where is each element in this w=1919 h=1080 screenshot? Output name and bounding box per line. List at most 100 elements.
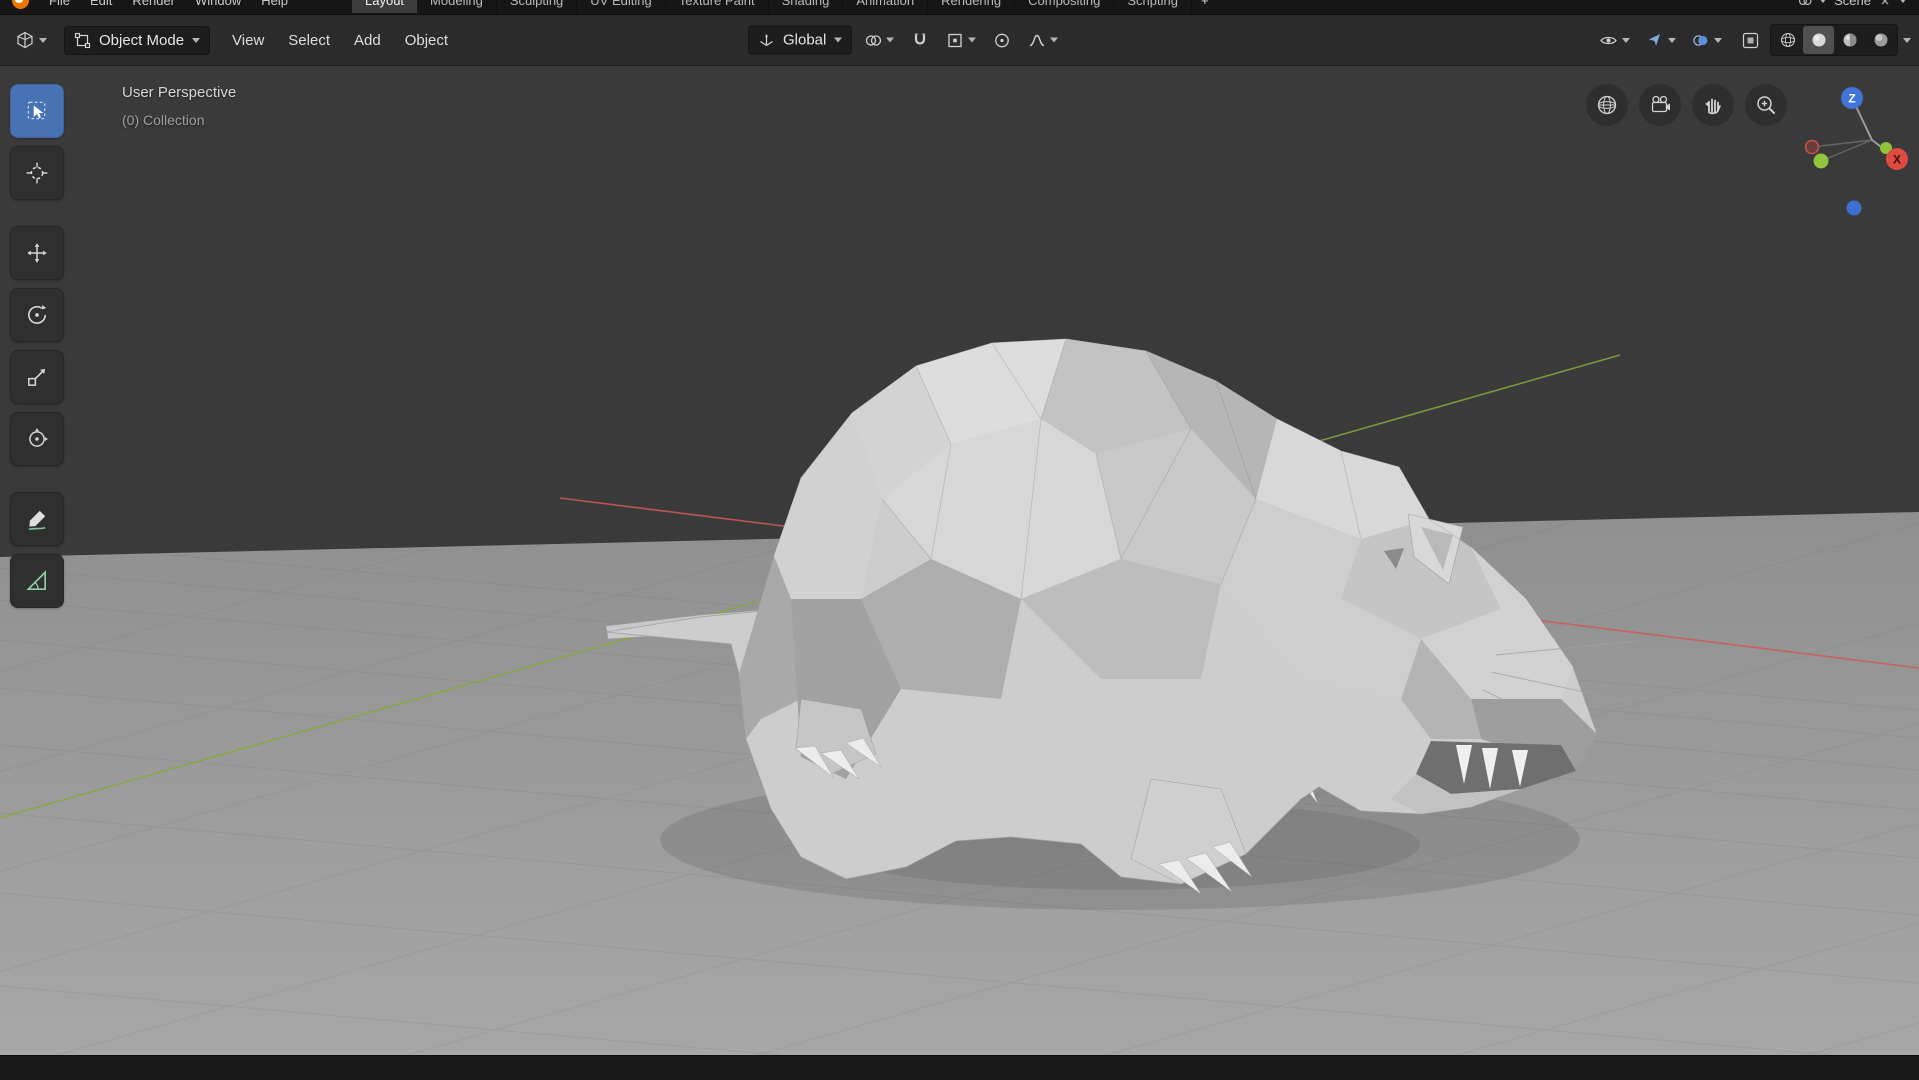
workspace-tabs: Layout Modeling Sculpting UV Editing Tex…: [352, 0, 1218, 13]
tool-move[interactable]: [10, 226, 64, 280]
menu-edit[interactable]: Edit: [80, 0, 122, 12]
xray-toggle[interactable]: [1736, 27, 1765, 54]
tab-animation[interactable]: Animation: [843, 0, 929, 13]
menu-file[interactable]: File: [39, 0, 80, 12]
snap-toggle[interactable]: [906, 27, 934, 53]
menu-object[interactable]: Object: [393, 25, 460, 56]
transform-orientation-selector[interactable]: Global: [748, 25, 853, 55]
proportional-falloff-selector[interactable]: [1023, 27, 1063, 53]
rotate-icon: [28, 304, 47, 324]
chevron-down-icon: [1714, 37, 1722, 43]
pan-view-button[interactable]: [1692, 84, 1734, 126]
axis-z-ball[interactable]: Z: [1841, 87, 1863, 109]
mode-selector[interactable]: Object Mode: [64, 25, 211, 55]
tab-layout[interactable]: Layout: [352, 0, 418, 13]
chevron-down-icon[interactable]: [1903, 37, 1911, 43]
tool-annotate[interactable]: [10, 492, 64, 546]
tool-scale[interactable]: [10, 350, 64, 404]
chevron-down-icon: [834, 37, 843, 43]
tool-measure[interactable]: [10, 554, 64, 608]
transform-icon: [29, 428, 48, 447]
axis-neg-x-ball[interactable]: [1804, 139, 1820, 155]
menu-render[interactable]: Render: [122, 0, 185, 12]
tool-select-box[interactable]: [10, 84, 64, 138]
svg-text:X: X: [1893, 153, 1901, 167]
snap-increment-icon: [948, 33, 963, 47]
orbit-sphere-button[interactable]: [1586, 84, 1628, 126]
shading-rendered-button[interactable]: [1865, 26, 1896, 54]
orbit-sphere-icon: [1597, 95, 1617, 115]
chevron-down-icon: [1622, 37, 1630, 43]
move-icon: [27, 243, 47, 263]
material-sphere-icon: [1843, 33, 1856, 47]
tab-modeling[interactable]: Modeling: [417, 0, 497, 13]
orientation-value: Global: [783, 31, 827, 49]
annotate-pen-icon: [28, 510, 46, 531]
chevron-down-icon[interactable]: [1899, 0, 1907, 3]
pivot-point-selector[interactable]: [859, 27, 899, 53]
magnet-icon: [915, 32, 926, 45]
menu-select[interactable]: Select: [276, 25, 342, 56]
tool-cursor[interactable]: [10, 146, 64, 200]
axis-x-ball[interactable]: X: [1886, 148, 1908, 170]
shading-solid-button[interactable]: [1803, 26, 1834, 54]
chevron-down-icon: [192, 37, 201, 43]
svg-text:Z: Z: [1848, 92, 1855, 106]
camera-icon: [1651, 95, 1670, 113]
add-workspace-button[interactable]: +: [1192, 0, 1218, 13]
object-visibility-selector[interactable]: [1594, 27, 1635, 54]
editor-type-button[interactable]: [10, 26, 52, 54]
shading-material-button[interactable]: [1834, 26, 1865, 54]
viewport-3d[interactable]: [0, 0, 1919, 1080]
browse-scene-icon[interactable]: [1798, 0, 1812, 8]
wireframe-sphere-icon: [1780, 32, 1795, 48]
chevron-down-icon: [1050, 37, 1059, 43]
orientation-axes-icon: [760, 34, 773, 47]
menu-view[interactable]: View: [220, 25, 276, 56]
menu-help[interactable]: Help: [251, 0, 298, 12]
proportional-edit-icon: [995, 33, 1010, 47]
tool-rotate[interactable]: [10, 288, 64, 342]
magnifier-plus-icon: [1757, 96, 1775, 114]
solid-sphere-icon: [1812, 33, 1825, 47]
3d-cursor-icon: [26, 162, 48, 184]
tool-group-separator: [10, 208, 64, 218]
tab-shading[interactable]: Shading: [769, 0, 844, 13]
camera-view-button[interactable]: [1639, 84, 1681, 126]
proportional-editing-toggle[interactable]: [988, 27, 1016, 53]
tab-uv-editing[interactable]: UV Editing: [577, 0, 666, 13]
axis-y-ball[interactable]: [1813, 153, 1829, 169]
menu-add[interactable]: Add: [342, 25, 393, 56]
eye-icon: [1600, 36, 1617, 44]
zoom-view-button[interactable]: [1745, 84, 1787, 126]
hand-icon: [1705, 98, 1721, 115]
mode-selector-value: Object Mode: [99, 31, 185, 49]
view-perspective-label: User Perspective: [122, 84, 237, 101]
shading-mode-group: [1770, 24, 1898, 56]
scene-name[interactable]: Scene: [1834, 0, 1871, 8]
measure-icon: [26, 570, 46, 590]
tab-scripting[interactable]: Scripting: [1114, 0, 1192, 13]
editor-3d-viewport-icon: [17, 31, 33, 49]
shading-wireframe-button[interactable]: [1772, 26, 1803, 54]
close-icon[interactable]: [1878, 0, 1892, 8]
tab-texture-paint[interactable]: Texture Paint: [666, 0, 769, 13]
tool-shelf: [10, 84, 64, 608]
tab-rendering[interactable]: Rendering: [928, 0, 1016, 13]
tab-sculpting[interactable]: Sculpting: [497, 0, 578, 13]
gizmos-toggle[interactable]: [1640, 27, 1681, 54]
overlays-toggle[interactable]: [1686, 27, 1727, 54]
chevron-down-icon: [886, 37, 895, 43]
tab-compositing[interactable]: Compositing: [1015, 0, 1115, 13]
active-collection-label: (0) Collection: [122, 112, 205, 128]
chevron-down-icon[interactable]: [1819, 0, 1828, 3]
menu-window[interactable]: Window: [185, 0, 251, 12]
tool-transform[interactable]: [10, 412, 64, 466]
topbar: File Edit Render Window Help Layout Mode…: [0, 0, 1919, 14]
xray-icon: [1742, 32, 1759, 48]
chevron-down-icon: [39, 37, 47, 43]
navigation-axis-gizmo[interactable]: Z X: [1782, 60, 1919, 230]
snap-target-selector[interactable]: [941, 27, 981, 53]
blender-logo-icon[interactable]: [12, 0, 29, 9]
axis-neg-z-ball[interactable]: [1846, 200, 1862, 216]
